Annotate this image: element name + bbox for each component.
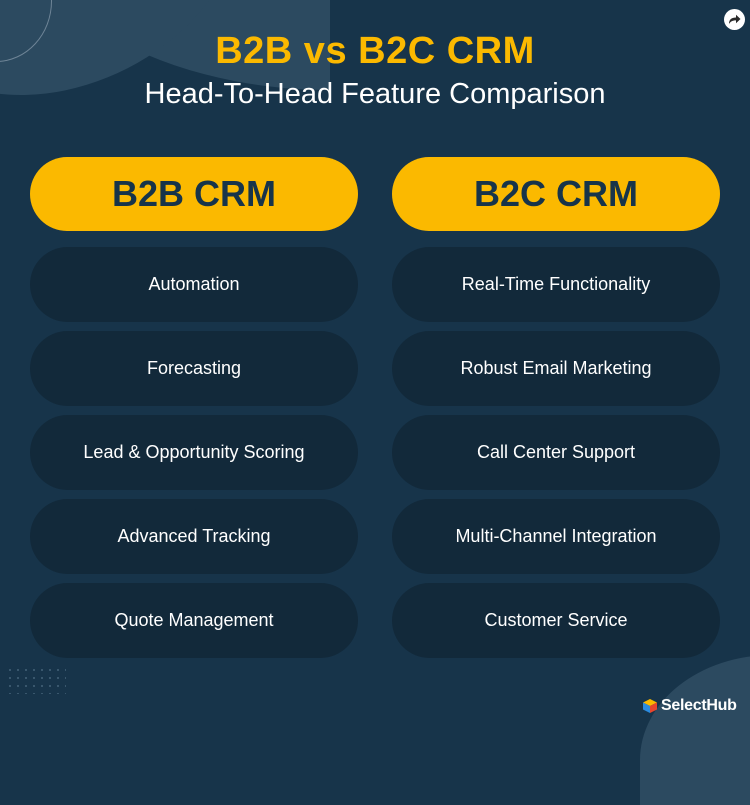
feature-item: Real-Time Functionality <box>392 247 720 322</box>
feature-item: Lead & Opportunity Scoring <box>30 415 358 490</box>
selecthub-logo: SelectHub <box>642 697 737 715</box>
logo-text: SelectHub <box>661 697 737 714</box>
page-title: B2B vs B2C CRM <box>215 30 535 72</box>
feature-item: Call Center Support <box>392 415 720 490</box>
feature-item: Quote Management <box>30 583 358 658</box>
b2b-column: B2B CRM Automation Forecasting Lead & Op… <box>30 157 358 667</box>
feature-item: Multi-Channel Integration <box>392 499 720 574</box>
feature-item: Robust Email Marketing <box>392 331 720 406</box>
share-button[interactable] <box>724 9 745 30</box>
b2c-heading: B2C CRM <box>392 157 720 231</box>
feature-item: Customer Service <box>392 583 720 658</box>
page-subtitle: Head-To-Head Feature Comparison <box>144 78 606 110</box>
feature-item: Advanced Tracking <box>30 499 358 574</box>
feature-item: Automation <box>30 247 358 322</box>
share-icon <box>729 14 741 24</box>
selecthub-cube-icon <box>643 699 657 713</box>
decorative-dot-grid <box>6 666 66 694</box>
b2c-column: B2C CRM Real-Time Functionality Robust E… <box>392 157 720 667</box>
background-shape-bottom-right <box>640 655 750 805</box>
feature-item: Forecasting <box>30 331 358 406</box>
b2b-heading: B2B CRM <box>30 157 358 231</box>
